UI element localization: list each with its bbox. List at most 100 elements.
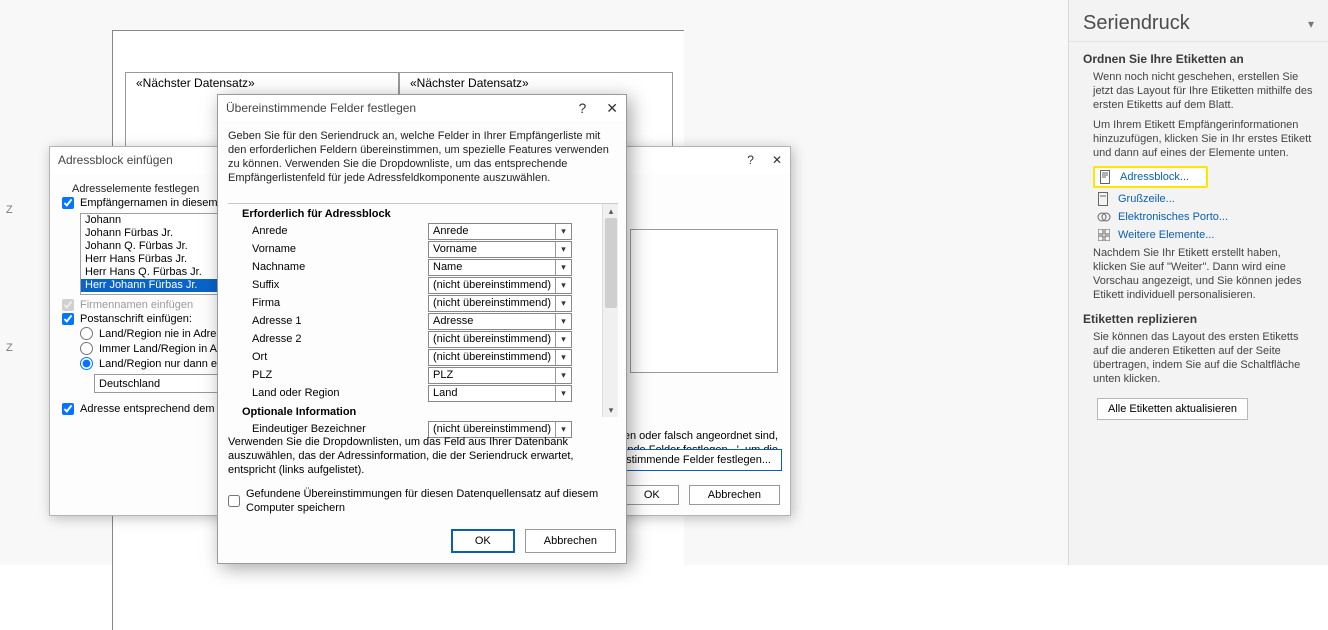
more-items-link[interactable]: Weitere Elemente...: [1097, 228, 1314, 242]
chevron-down-icon[interactable]: ▾: [1308, 17, 1314, 31]
field-select[interactable]: (nicht übereinstimmend) ▾: [428, 295, 572, 312]
pane-title-text: Seriendruck: [1083, 12, 1190, 35]
select-value: (nicht übereinstimmend): [433, 279, 551, 291]
field-mapping-panel: Erforderlich für Adressblock AnredeAnred…: [228, 203, 618, 417]
scrollbar[interactable]: ▴ ▾: [602, 204, 618, 417]
cancel-button[interactable]: Abbrechen: [525, 529, 616, 553]
name-format-list[interactable]: Johann Johann Fürbas Jr. Johann Q. Fürba…: [80, 213, 228, 295]
dropdown-hint: Verwenden Sie die Dropdownlisten, um das…: [228, 435, 616, 477]
field-select[interactable]: PLZ▾: [428, 367, 572, 384]
field-label: Land oder Region: [252, 387, 428, 399]
scroll-down-icon[interactable]: ▾: [603, 403, 619, 417]
select-value: (nicht übereinstimmend): [433, 351, 551, 363]
checkbox[interactable]: [62, 403, 74, 415]
scroll-thumb[interactable]: [605, 218, 617, 308]
chevron-down-icon[interactable]: ▾: [555, 242, 571, 257]
radio[interactable]: [80, 342, 93, 355]
chevron-down-icon[interactable]: ▾: [555, 260, 571, 275]
radio[interactable]: [80, 357, 93, 370]
checkbox[interactable]: [62, 313, 74, 325]
list-item[interactable]: Johann Fürbas Jr.: [81, 227, 227, 240]
field-select[interactable]: (nicht übereinstimmend) ▾: [428, 349, 572, 366]
select-value: Land: [433, 387, 457, 399]
chevron-down-icon[interactable]: ▾: [555, 386, 571, 401]
mail-merge-task-pane: Seriendruck ▾ Ordnen Sie Ihre Etiketten …: [1068, 0, 1328, 565]
checkbox[interactable]: [62, 197, 74, 209]
pane-paragraph: Nachdem Sie Ihr Etikett erstellt haben, …: [1093, 246, 1314, 302]
field-label: Vorname: [252, 243, 428, 255]
merge-field-next-record: «Nächster Datensatz»: [136, 76, 255, 90]
electronic-postage-link[interactable]: Elektronisches Porto...: [1097, 210, 1314, 224]
ruler-marker: Z: [0, 202, 19, 218]
select-value: Name: [433, 261, 462, 273]
chevron-down-icon[interactable]: ▾: [555, 350, 571, 365]
help-icon[interactable]: ?: [747, 153, 754, 167]
chevron-down-icon[interactable]: ▾: [555, 314, 571, 329]
field-label: Firma: [252, 297, 428, 309]
match-fields-dialog: Übereinstimmende Felder festlegen ? ✕ Ge…: [217, 94, 627, 564]
link-label: Grußzeile...: [1118, 193, 1175, 205]
field-label: Adresse 2: [252, 333, 428, 345]
radio[interactable]: [80, 327, 93, 340]
field-select[interactable]: Name ▾: [428, 259, 572, 276]
field-label: Nachname: [252, 261, 428, 273]
field-label: Ort: [252, 351, 428, 363]
chevron-down-icon[interactable]: ▾: [555, 296, 571, 311]
grid-icon: [1097, 228, 1111, 242]
select-value: Deutschland: [99, 378, 160, 390]
list-item[interactable]: Johann Q. Fürbas Jr.: [81, 240, 227, 253]
select-value: Anrede: [433, 225, 468, 237]
save-matches-checkbox[interactable]: Gefundene Übereinstimmungen für diesen D…: [228, 487, 616, 515]
document-icon: [1097, 192, 1111, 206]
checkbox: [62, 299, 74, 311]
ok-button[interactable]: OK: [451, 529, 515, 553]
list-item[interactable]: Herr Hans Q. Fürbas Jr.: [81, 266, 227, 279]
checkbox-label: Gefundene Übereinstimmungen für diesen D…: [246, 487, 616, 515]
help-icon[interactable]: ?: [578, 100, 586, 117]
merge-field-next-record: «Nächster Datensatz»: [410, 76, 529, 90]
field-label: Suffix: [252, 279, 428, 291]
field-row: Adresse 1Adresse▾: [252, 312, 618, 330]
chevron-down-icon[interactable]: ▾: [555, 278, 571, 293]
chevron-down-icon[interactable]: ▾: [555, 224, 571, 239]
list-item[interactable]: Herr Hans Fürbas Jr.: [81, 253, 227, 266]
field-row: Adresse 2(nicht übereinstimmend)▾: [252, 330, 618, 348]
ruler-marker: Z: [0, 340, 19, 356]
link-label: Weitere Elemente...: [1118, 229, 1214, 241]
list-item-selected[interactable]: Herr Johann Fürbas Jr.: [81, 279, 227, 292]
pane-paragraph: Sie können das Layout des ersten Etikett…: [1093, 330, 1314, 386]
field-select[interactable]: (nicht übereinstimmend) ▾: [428, 277, 572, 294]
ok-button[interactable]: OK: [625, 485, 679, 505]
field-row: VornameVorname▾: [252, 240, 618, 258]
pane-heading: Etiketten replizieren: [1083, 312, 1314, 326]
field-select[interactable]: (nicht übereinstimmend)▾: [428, 331, 572, 348]
chevron-down-icon[interactable]: ▾: [555, 368, 571, 383]
chevron-down-icon[interactable]: ▾: [555, 332, 571, 347]
field-select[interactable]: Adresse▾: [428, 313, 572, 330]
update-all-labels-button[interactable]: Alle Etiketten aktualisieren: [1097, 398, 1248, 420]
link-label: Elektronisches Porto...: [1118, 211, 1228, 223]
pane-paragraph: Wenn noch nicht geschehen, erstellen Sie…: [1093, 70, 1314, 112]
dialog-titlebar[interactable]: Übereinstimmende Felder festlegen ? ✕: [218, 95, 626, 121]
address-block-link[interactable]: Adressblock...: [1093, 166, 1208, 188]
field-row: Firma (nicht übereinstimmend) ▾: [252, 294, 618, 312]
field-label: Adresse 1: [252, 315, 428, 327]
field-row: Ort (nicht übereinstimmend) ▾: [252, 348, 618, 366]
close-icon[interactable]: ✕: [772, 153, 782, 167]
field-row: Nachname Name ▾: [252, 258, 618, 276]
close-icon[interactable]: ✕: [606, 100, 618, 117]
field-select[interactable]: Land ▾: [428, 385, 572, 402]
field-select[interactable]: Anrede ▾: [428, 223, 572, 240]
greeting-line-link[interactable]: Grußzeile...: [1097, 192, 1314, 206]
cancel-button[interactable]: Abbrechen: [689, 485, 780, 505]
list-item[interactable]: Johann: [81, 214, 227, 227]
checkbox[interactable]: [228, 495, 240, 507]
pane-title: Seriendruck ▾: [1069, 6, 1328, 42]
checkbox-label: Postanschrift einfügen:: [80, 313, 192, 325]
link-label: Adressblock...: [1120, 171, 1189, 183]
select-value: (nicht übereinstimmend): [433, 297, 551, 309]
pane-paragraph: Um Ihrem Etikett Empfängerinformationen …: [1093, 118, 1314, 160]
scroll-up-icon[interactable]: ▴: [603, 204, 619, 218]
field-row: AnredeAnrede ▾: [252, 222, 618, 240]
field-select[interactable]: Vorname▾: [428, 241, 572, 258]
